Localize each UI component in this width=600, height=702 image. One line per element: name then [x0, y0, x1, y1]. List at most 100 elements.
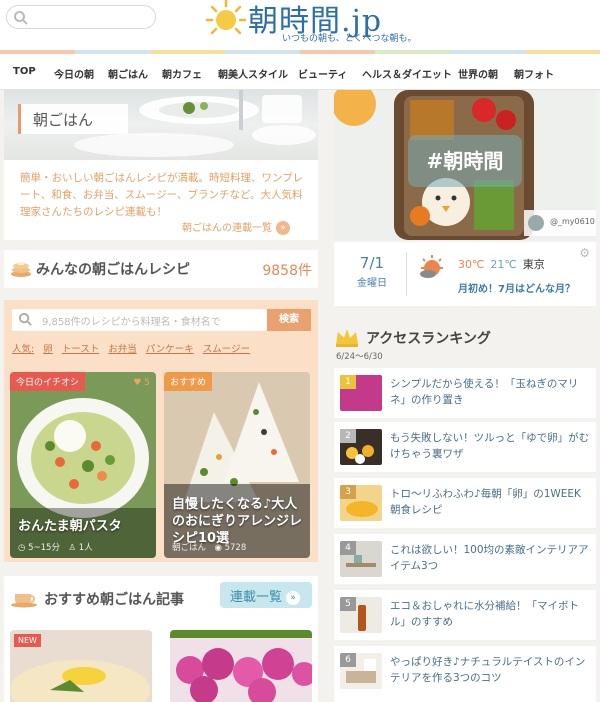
recipe-search-input[interactable]: 9,858件のレシピから料理名・食材名で: [12, 309, 267, 331]
breakfast-series-link-label: 朝ごはんの連載一覧: [182, 223, 272, 234]
recipe-card[interactable]: おすすめ 自慢したくなる♪大人のおにぎりアレンジレシピ10選 朝ごはん ◉ 57…: [164, 372, 310, 558]
nav-item-top[interactable]: TOP: [13, 66, 36, 77]
coffee-cup-icon: [11, 594, 37, 608]
rank-number: 5: [340, 597, 356, 611]
weather-widget: 7/1 金曜日 30℃ 21℃ 東京 月初め！7月はどんな月？ ⚙: [334, 242, 596, 306]
ranking-period: 6/24〜6/30: [336, 352, 383, 362]
ranking-item-title: これは欲しい！100均の素敵インテリアアイテム3つ: [390, 544, 589, 572]
ranking-item[interactable]: 5 エコ＆おしゃれに水分補給！「マイボトル」のすすめ: [334, 590, 596, 640]
popular-tags: 人気: 卵トースト お弁当 パンケーキ スムージー: [12, 341, 259, 355]
search-icon: [14, 11, 28, 25]
ranking-item-title: エコ＆おしゃれに水分補給！「マイボトル」のすすめ: [390, 600, 579, 628]
new-badge: NEW: [14, 634, 41, 647]
avatar: [528, 215, 544, 231]
nav-item-beauty-style[interactable]: 朝美人スタイル: [218, 66, 288, 81]
recipes-count: 9858件: [262, 263, 312, 279]
breakfast-feature-image: 朝ごはん: [4, 90, 318, 160]
recipe-meta: ◷ 5~15分 ♙ 1人: [18, 543, 93, 553]
nav-item-health[interactable]: ヘルス＆ダイエット: [362, 66, 452, 81]
weather-message-link[interactable]: 月初め！7月はどんな月？: [458, 280, 575, 295]
ranking-item[interactable]: 6 やっぱり好き♪ナチュラルテイストのインテリアを作る3つのコツ: [334, 646, 596, 702]
ranking-item-title: トロ〜リふわふわ♪毎朝「卵」の1WEEK朝食レシピ: [390, 488, 581, 516]
ranking-item[interactable]: 2 もう失敗しない！ツルっと「ゆで卵」がむけちゃう裏ワザ: [334, 422, 596, 472]
tag-bento[interactable]: お弁当: [108, 344, 137, 355]
nav-item-photo[interactable]: 朝フォト: [514, 66, 554, 81]
ranking-thumbnail: 6: [340, 653, 382, 689]
tag-toast[interactable]: トースト: [62, 344, 100, 355]
recipe-badge: 今日のイチオシ: [10, 372, 86, 391]
breakfast-feature-label: 朝ごはん: [18, 104, 128, 134]
recipe-title: おんたま朝パスタ: [18, 519, 122, 534]
rank-number: 1: [340, 375, 356, 389]
rank-number: 3: [340, 485, 356, 499]
article-cards: NEW: [4, 616, 318, 702]
ranking-header: アクセスランキング 6/24〜6/30: [334, 322, 596, 366]
nav-item-world[interactable]: 世界の朝: [458, 66, 498, 81]
crown-icon: [336, 329, 358, 347]
page: 朝時間.jp いつもの朝も、とくべつな朝も。 TOP 今日の朝 朝ごはん 朝カフ…: [0, 0, 600, 702]
sun-cloud-icon: [420, 255, 443, 278]
ranking-item-title: シンプルだから使える！「玉ねぎのマリネ」の作り置き: [390, 378, 579, 406]
ranking-thumbnail: 4: [340, 541, 382, 577]
rank-number: 6: [340, 653, 356, 667]
recipe-search-placeholder: 9,858件のレシピから料理名・食材名で: [42, 317, 221, 328]
recipe-cards: 今日のイチオシ ♥ 5 おんたま朝パスタ ◷ 5~15分 ♙ 1人 おすすめ 自…: [4, 364, 318, 562]
sun-logo-icon[interactable]: [206, 0, 246, 38]
search-icon: [18, 312, 32, 326]
main-nav: TOP 今日の朝 朝ごはん 朝カフェ 朝美人スタイル ビューティ ヘルス＆ダイエ…: [0, 54, 600, 142]
ranking-item[interactable]: 4 これは欲しい！100均の素敵インテリアアイテム3つ: [334, 534, 596, 584]
ranking-thumbnail: 1: [340, 375, 382, 411]
weather-weekday: 金曜日: [357, 278, 387, 289]
nav-item-beauty[interactable]: ビューティ: [298, 66, 347, 81]
recipe-card[interactable]: 今日のイチオシ ♥ 5 おんたま朝パスタ ◷ 5~15分 ♙ 1人: [10, 372, 156, 558]
weather-city: 東京: [522, 258, 545, 271]
series-list-button-label: 連載一覧: [230, 590, 283, 605]
photo-user-credit[interactable]: @_my0610: [524, 210, 596, 236]
temp-high: 30℃: [458, 258, 485, 271]
recipes-section-title: みんなの朝ごはんレシピ: [36, 262, 190, 278]
recipe-meta: 朝ごはん ◉ 5728: [172, 543, 247, 553]
tag-egg[interactable]: 卵: [43, 344, 53, 355]
pancake-icon: [11, 262, 31, 277]
series-list-button[interactable]: 連載一覧»: [220, 582, 312, 608]
weather-temps: 30℃ 21℃ 東京: [458, 256, 545, 272]
likes-count: ♥ 5: [133, 378, 150, 388]
nav-item-cafe[interactable]: 朝カフェ: [162, 66, 202, 81]
breakfast-feature-card[interactable]: 朝ごはん 簡単・おいしい朝ごはんレシピが満載。時短料理、ワンプレート、和食、お弁…: [4, 90, 318, 240]
recipe-search-button[interactable]: 検索: [267, 309, 311, 331]
recipe-search-panel: 9,858件のレシピから料理名・食材名で 検索 人気: 卵トースト お弁当 パンケーキ…: [4, 300, 318, 364]
tag-pancake[interactable]: パンケーキ: [146, 344, 194, 355]
ranking-thumbnail: 3: [340, 485, 382, 521]
rank-number: 4: [340, 541, 356, 555]
ranking-item-title: もう失敗しない！ツルっと「ゆで卵」がむけちゃう裏ワザ: [390, 432, 590, 460]
site-tagline: いつもの朝も、とくべつな朝も。: [282, 34, 417, 44]
recipe-title: 自慢したくなる♪大人のおにぎりアレンジレシピ10選: [172, 497, 303, 546]
recipe-badge: おすすめ: [164, 372, 213, 391]
chevron-right-icon: »: [286, 590, 301, 605]
ranking-thumbnail: 2: [340, 429, 382, 465]
header-search-input[interactable]: [6, 5, 156, 29]
popular-tags-label: 人気:: [12, 344, 35, 355]
pickled-onion-photo: [170, 630, 312, 702]
articles-section-title: おすすめ朝ごはん記事: [44, 592, 184, 608]
ranking-item[interactable]: 1 シンプルだから使える！「玉ねぎのマリネ」の作り置き: [334, 368, 596, 418]
ranking-item[interactable]: 3 トロ〜リふわふわ♪毎朝「卵」の1WEEK朝食レシピ: [334, 478, 596, 528]
rank-number: 2: [340, 429, 356, 443]
articles-section-header: おすすめ朝ごはん記事 連載一覧»: [4, 576, 318, 616]
hero-photo[interactable]: #朝時間 @_my0610: [334, 90, 596, 240]
ranking-thumbnail: 5: [340, 597, 382, 633]
weather-divider: [406, 252, 407, 296]
ranking-title: アクセスランキング: [366, 331, 491, 347]
breakfast-feature-description: 簡単・おいしい朝ごはんレシピが満載。時短料理、ワンプレート、和食、お弁当、スムー…: [20, 172, 304, 218]
breakfast-series-link[interactable]: 朝ごはんの連載一覧 »: [182, 219, 290, 235]
nav-item-breakfast[interactable]: 朝ごはん: [108, 66, 148, 81]
article-card[interactable]: NEW: [10, 630, 152, 702]
tag-smoothie[interactable]: スムージー: [203, 344, 250, 355]
site-header: 朝時間.jp いつもの朝も、とくべつな朝も。: [0, 0, 600, 50]
article-card[interactable]: [170, 630, 312, 702]
weather-date: 7/1: [359, 254, 385, 272]
gear-icon[interactable]: ⚙: [579, 246, 590, 260]
weather-date-block: 7/1 金曜日: [344, 254, 400, 289]
hashtag-label[interactable]: #朝時間: [408, 135, 522, 187]
nav-item-today[interactable]: 今日の朝: [54, 66, 94, 81]
